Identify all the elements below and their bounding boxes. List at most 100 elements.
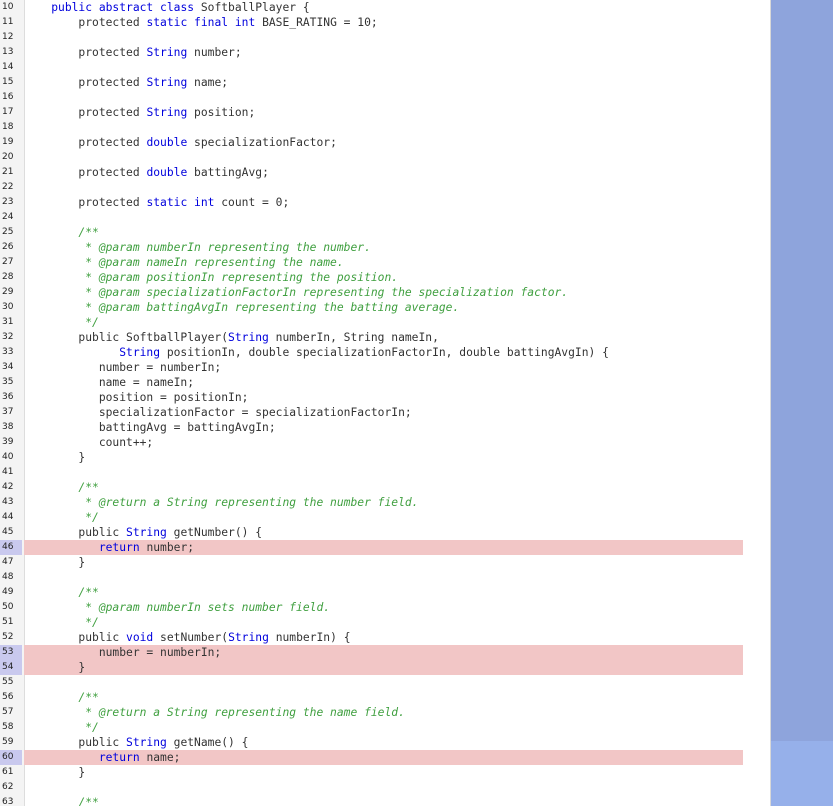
- line-number: 59: [2, 737, 14, 747]
- keyword-token: return: [98, 541, 140, 554]
- line-number: 61: [2, 767, 14, 777]
- comment-token: * @param numberIn sets number field.: [24, 601, 331, 614]
- code-text: String positionIn, double specialization…: [24, 345, 743, 360]
- code-text: }: [24, 555, 743, 570]
- code-text: name = nameIn;: [24, 375, 743, 390]
- code-text: * @return a String representing the name…: [24, 705, 743, 720]
- code-line: 62: [0, 780, 770, 795]
- code-line: 15 protected String name;: [0, 75, 770, 90]
- code-text: * @param battingAvgIn representing the b…: [24, 300, 743, 315]
- code-text: */: [24, 720, 743, 735]
- code-line: 63 /**: [0, 795, 770, 806]
- comment-token: * @param nameIn representing the name.: [24, 256, 344, 269]
- code-text: /**: [24, 480, 743, 495]
- code-text: specializationFactor = specializationFac…: [24, 405, 743, 420]
- code-line: 48: [0, 570, 770, 585]
- comment-token: * @param positionIn representing the pos…: [24, 271, 399, 284]
- code-line: 51 */: [0, 615, 770, 630]
- line-number: 20: [2, 152, 14, 162]
- line-number: 16: [2, 92, 14, 102]
- code-line: 35 name = nameIn;: [0, 375, 770, 390]
- code-token: specializationFactor = specializationFac…: [24, 406, 412, 419]
- line-number: 60: [0, 750, 22, 765]
- comment-token: * @param battingAvgIn representing the b…: [24, 301, 460, 314]
- code-text: * @param specializationFactorIn represen…: [24, 285, 743, 300]
- code-text: battingAvg = battingAvgIn;: [24, 420, 743, 435]
- code-line: 55: [0, 675, 770, 690]
- code-line: 25 /**: [0, 225, 770, 240]
- keyword-token: static int: [146, 196, 215, 209]
- line-number: 34: [2, 362, 14, 372]
- code-token: getNumber() {: [166, 526, 263, 539]
- code-line: 28 * @param positionIn representing the …: [0, 270, 770, 285]
- code-token: position;: [187, 106, 256, 119]
- side-panel: [771, 0, 833, 806]
- code-line: 12: [0, 30, 770, 45]
- code-token: number;: [187, 46, 242, 59]
- code-token: public: [24, 526, 127, 539]
- code-line: 27 * @param nameIn representing the name…: [0, 255, 770, 270]
- code-token: BASE_RATING = 10;: [255, 16, 378, 29]
- code-token: getName() {: [166, 736, 249, 749]
- line-number: 11: [2, 17, 14, 27]
- code-line: 22: [0, 180, 770, 195]
- code-line: 13 protected String number;: [0, 45, 770, 60]
- line-number: 17: [2, 107, 14, 117]
- highlighted-code-line: 54 }: [0, 660, 770, 675]
- code-token: protected: [24, 166, 147, 179]
- side-panel-lower: [771, 741, 833, 806]
- line-number: 22: [2, 182, 14, 192]
- code-text: number = numberIn;: [24, 645, 743, 660]
- code-line: 19 protected double specializationFactor…: [0, 135, 770, 150]
- comment-token: * @return a String representing the name…: [24, 706, 405, 719]
- code-token: number;: [139, 541, 195, 554]
- code-line: 56 /**: [0, 690, 770, 705]
- line-number: 58: [2, 722, 14, 732]
- code-text: protected static int count = 0;: [24, 195, 743, 210]
- highlighted-code-line: 46 return number;: [0, 540, 770, 555]
- line-number: 31: [2, 317, 14, 327]
- code-token: }: [24, 451, 86, 464]
- code-token: SoftballPlayer {: [194, 1, 310, 14]
- code-token: number = numberIn;: [24, 361, 222, 374]
- line-number: 38: [2, 422, 14, 432]
- code-token: numberIn) {: [268, 631, 351, 644]
- code-token: battingAvg = battingAvgIn;: [24, 421, 276, 434]
- line-number: 52: [2, 632, 14, 642]
- comment-token: /**: [24, 691, 99, 704]
- line-number: 33: [2, 347, 14, 357]
- keyword-token: String: [228, 331, 269, 344]
- code-token: name;: [139, 751, 181, 764]
- line-number: 24: [2, 212, 14, 222]
- line-number: 63: [2, 797, 14, 806]
- keyword-token: String: [126, 526, 167, 539]
- highlighted-code-line: 53 number = numberIn;: [0, 645, 770, 660]
- code-line: 31 */: [0, 315, 770, 330]
- keyword-token: return: [98, 751, 140, 764]
- code-line: 47 }: [0, 555, 770, 570]
- code-text: */: [24, 510, 743, 525]
- code-text: * @param numberIn sets number field.: [24, 600, 743, 615]
- code-editor[interactable]: 10 public abstract class SoftballPlayer …: [0, 0, 770, 806]
- keyword-token: String: [126, 736, 167, 749]
- line-number: 62: [2, 782, 14, 792]
- line-number: 41: [2, 467, 14, 477]
- code-line: 10 public abstract class SoftballPlayer …: [0, 0, 770, 15]
- code-token: count = 0;: [214, 196, 290, 209]
- code-line: 52 public void setNumber(String numberIn…: [0, 630, 770, 645]
- line-number: 29: [2, 287, 14, 297]
- code-text: * @param positionIn representing the pos…: [24, 270, 743, 285]
- code-text: public abstract class SoftballPlayer {: [24, 0, 743, 15]
- code-line: 42 /**: [0, 480, 770, 495]
- code-token: number = numberIn;: [24, 646, 222, 659]
- code-line: 16: [0, 90, 770, 105]
- comment-token: * @param numberIn representing the numbe…: [24, 241, 371, 254]
- code-text: public String getName() {: [24, 735, 743, 750]
- code-token: positionIn, double specializationFactorI…: [160, 346, 609, 359]
- code-line: 33 String positionIn, double specializat…: [0, 345, 770, 360]
- line-number: 19: [2, 137, 14, 147]
